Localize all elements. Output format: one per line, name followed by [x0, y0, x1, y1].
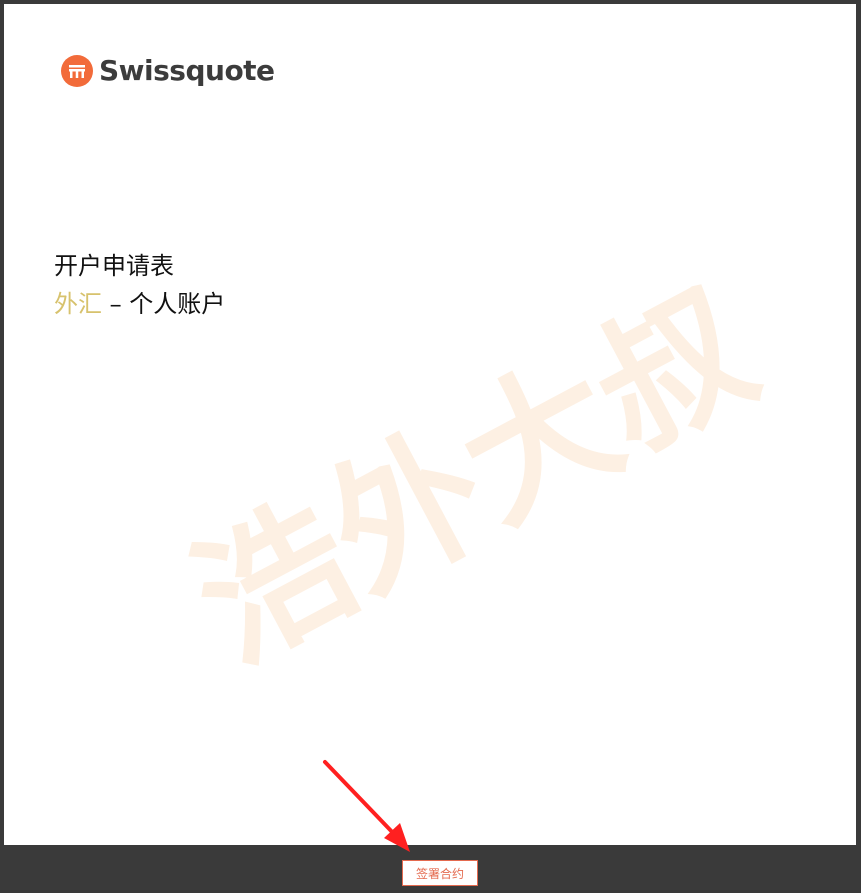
document-page: 浩外大叔 Swissquote 开户申请表 外汇 – 个人账户 [4, 4, 856, 845]
subtitle-rest: – 个人账户 [102, 290, 226, 318]
brand-logo: Swissquote [61, 54, 275, 87]
watermark-text: 浩外大叔 [168, 258, 780, 695]
brand-name: Swissquote [99, 54, 275, 87]
document-title: 开户申请表 [54, 252, 174, 280]
viewer-frame: 浩外大叔 Swissquote 开户申请表 外汇 – 个人账户 签署合约 [0, 0, 861, 893]
swissquote-logo-icon [61, 54, 93, 87]
sign-contract-button[interactable]: 签署合约 [402, 860, 478, 886]
document-subtitle: 外汇 – 个人账户 [54, 284, 225, 319]
watermark: 浩外大叔 [168, 258, 780, 695]
subtitle-accent: 外汇 [54, 290, 102, 318]
